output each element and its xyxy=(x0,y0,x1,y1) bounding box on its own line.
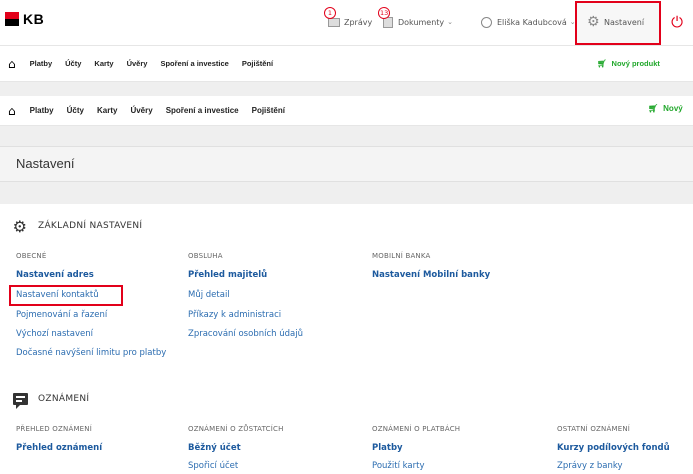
column-header-obecne: OBECNÉ xyxy=(16,252,47,260)
nav-ucty[interactable]: Účty xyxy=(67,106,84,115)
link-kurzy-fondu[interactable]: Kurzy podílových fondů xyxy=(557,443,670,453)
nav-uvery[interactable]: Úvěry xyxy=(130,106,152,115)
nav-pojisteni[interactable]: Pojištění xyxy=(252,106,285,115)
chevron-down-icon: ⌄ xyxy=(447,18,454,26)
nav-sporeni[interactable]: Spoření a investice xyxy=(160,59,228,68)
column-header-platby: OZNÁMENÍ O PLATBÁCH xyxy=(372,425,461,433)
link-vychozi-nastaveni[interactable]: Výchozí nastavení xyxy=(16,329,93,339)
nav-karty[interactable]: Karty xyxy=(94,59,113,68)
messages-button[interactable]: 1 Zprávy xyxy=(324,7,373,32)
column-header-obsluha: OBSLUHA xyxy=(188,252,223,260)
top-bar: KB 1 Zprávy 13 Dokumenty ⌄ Eliška Kadubc… xyxy=(0,0,693,46)
power-icon[interactable]: ⏻ xyxy=(668,13,686,31)
link-nastaveni-adres[interactable]: Nastavení adres xyxy=(16,270,94,280)
column-header-prehled-oznameni: PŘEHLED OZNÁMENÍ xyxy=(16,425,93,433)
link-sporici-ucet[interactable]: Spořicí účet xyxy=(188,461,238,471)
link-prehled-majitelu[interactable]: Přehled majitelů xyxy=(188,270,267,280)
link-nastaveni-kontaktu[interactable]: Nastavení kontaktů xyxy=(16,290,99,300)
spacer xyxy=(0,126,693,146)
cart-icon: 🛒︎ xyxy=(597,59,607,68)
new-product-label: Nový produkt xyxy=(611,59,660,68)
link-zpravy-z-banky[interactable]: Zprávy z banky xyxy=(557,461,623,471)
kb-logo-text: KB xyxy=(23,11,45,27)
nav-pojisteni[interactable]: Pojištění xyxy=(242,59,273,68)
notifications-title: OZNÁMENÍ xyxy=(38,394,90,404)
cart-icon: 🛒︎ xyxy=(648,104,659,113)
home-icon[interactable]: ⌂ xyxy=(8,104,16,118)
link-bezny-ucet[interactable]: Běžný účet xyxy=(188,443,241,453)
spacer xyxy=(0,82,693,96)
link-muj-detail[interactable]: Můj detail xyxy=(188,290,230,300)
messages-label: Zprávy xyxy=(344,17,373,27)
link-zpracovani-udaju[interactable]: Zpracování osobních údajů xyxy=(188,329,303,339)
nav-platby[interactable]: Platby xyxy=(30,106,54,115)
link-prehled-oznameni[interactable]: Přehled oznámení xyxy=(16,443,102,453)
documents-label: Dokumenty xyxy=(398,17,445,27)
gear-icon: ⚙ xyxy=(587,14,600,30)
new-product-button[interactable]: 🛒︎ Nový xyxy=(648,104,683,113)
user-icon xyxy=(480,16,494,28)
spacer xyxy=(0,182,693,204)
link-nastaveni-mobilni-banky[interactable]: Nastavení Mobilní banky xyxy=(372,270,490,280)
new-product-button[interactable]: 🛒︎ Nový produkt xyxy=(597,59,660,68)
notifications-heading: OZNÁMENÍ xyxy=(12,391,90,409)
user-name: Eliška Kadubcová xyxy=(497,17,567,27)
column-header-ostatni: OSTATNÍ OZNÁMENÍ xyxy=(557,425,631,433)
main-nav-compact: ⌂ Platby Účty Karty Úvěry Spoření a inve… xyxy=(0,46,693,82)
messages-count-badge: 1 xyxy=(324,7,336,19)
column-header-zustatky: OZNÁMENÍ O ZŮSTATCÍCH xyxy=(188,425,284,433)
message-icon xyxy=(12,391,28,409)
document-icon: 13 xyxy=(378,7,395,28)
envelope-icon: 1 xyxy=(324,7,341,28)
new-product-label: Nový xyxy=(663,104,683,113)
home-icon[interactable]: ⌂ xyxy=(8,57,16,71)
page-title: Nastavení xyxy=(16,156,75,171)
basic-settings-heading: ⚙ ZÁKLADNÍ NASTAVENÍ xyxy=(12,216,143,236)
nav-sporeni[interactable]: Spoření a investice xyxy=(166,106,239,115)
documents-button[interactable]: 13 Dokumenty ⌄ xyxy=(378,7,454,32)
link-docasne-navyseni[interactable]: Dočasné navýšení limitu pro platby xyxy=(16,348,166,358)
link-pouziti-karty[interactable]: Použití karty xyxy=(372,461,424,471)
link-prikazy-administraci[interactable]: Příkazy k administraci xyxy=(188,310,281,320)
link-pojmenovani[interactable]: Pojmenování a řazení xyxy=(16,310,107,320)
nav-ucty[interactable]: Účty xyxy=(65,59,81,68)
page-title-bar: Nastavení xyxy=(0,146,693,182)
nav-uvery[interactable]: Úvěry xyxy=(127,59,148,68)
kb-logo-mark-icon xyxy=(5,12,19,26)
link-platby[interactable]: Platby xyxy=(372,443,403,453)
settings-button[interactable]: ⚙ Nastavení xyxy=(587,12,644,32)
column-header-mobilni-banka: MOBILNÍ BANKA xyxy=(372,252,431,260)
nav-platby[interactable]: Platby xyxy=(30,59,53,68)
kb-logo[interactable]: KB xyxy=(5,11,44,27)
gear-icon: ⚙ xyxy=(12,216,28,236)
main-nav: ⌂ Platby Účty Karty Úvěry Spoření a inve… xyxy=(0,96,693,126)
basic-settings-title: ZÁKLADNÍ NASTAVENÍ xyxy=(38,221,143,231)
nav-karty[interactable]: Karty xyxy=(97,106,117,115)
user-menu[interactable]: Eliška Kadubcová ⌄ xyxy=(480,12,576,32)
settings-label: Nastavení xyxy=(604,17,645,27)
